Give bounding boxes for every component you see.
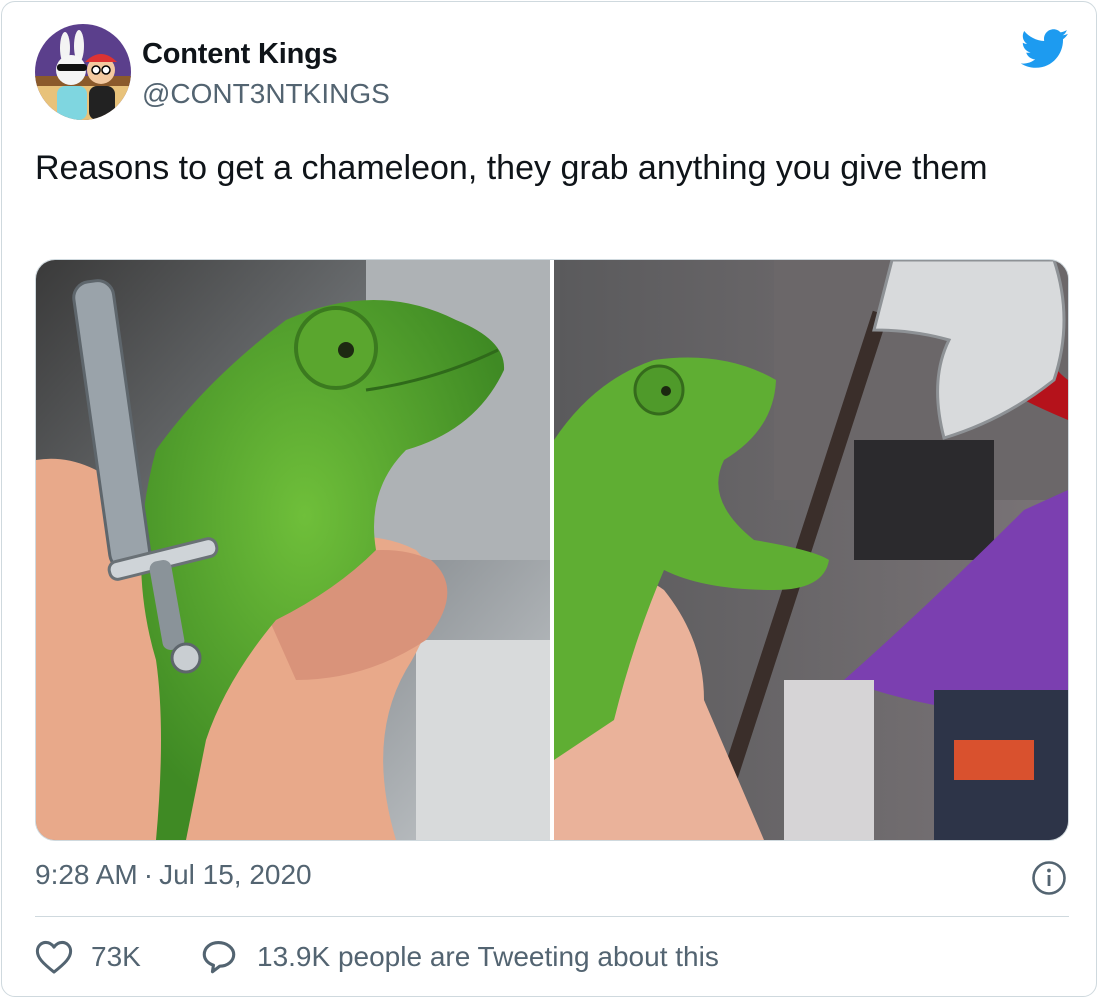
heart-icon [35,940,73,974]
chameleon-holding-axe-photo[interactable] [554,260,1068,840]
info-icon[interactable] [1031,860,1067,896]
twitter-bird-icon[interactable] [1020,29,1070,69]
tweet-media [35,259,1069,841]
tweet-timestamp[interactable]: 9:28 AM · Jul 15, 2020 [35,859,312,891]
tweet-date: Jul 15, 2020 [159,859,312,890]
author-name[interactable]: Content Kings [142,38,338,71]
conversation-text: 13.9K people are Tweeting about this [257,941,719,972]
like-count: 73K [91,941,141,972]
tweet-card: Content Kings @CONT3NTKINGS Reasons to g… [1,1,1097,997]
author-handle[interactable]: @CONT3NTKINGS [142,78,390,110]
tweet-text: Reasons to get a chameleon, they grab an… [35,149,988,187]
author-avatar[interactable] [35,24,131,120]
speech-bubble-icon [202,941,236,974]
meta-separator: · [143,859,154,890]
like-button[interactable]: 73K [35,939,141,975]
divider [35,916,1069,917]
chameleon-holding-sword-photo[interactable] [36,260,550,840]
tweet-time: 9:28 AM [35,859,138,890]
conversation-button[interactable]: 13.9K people are Tweeting about this [199,939,719,975]
